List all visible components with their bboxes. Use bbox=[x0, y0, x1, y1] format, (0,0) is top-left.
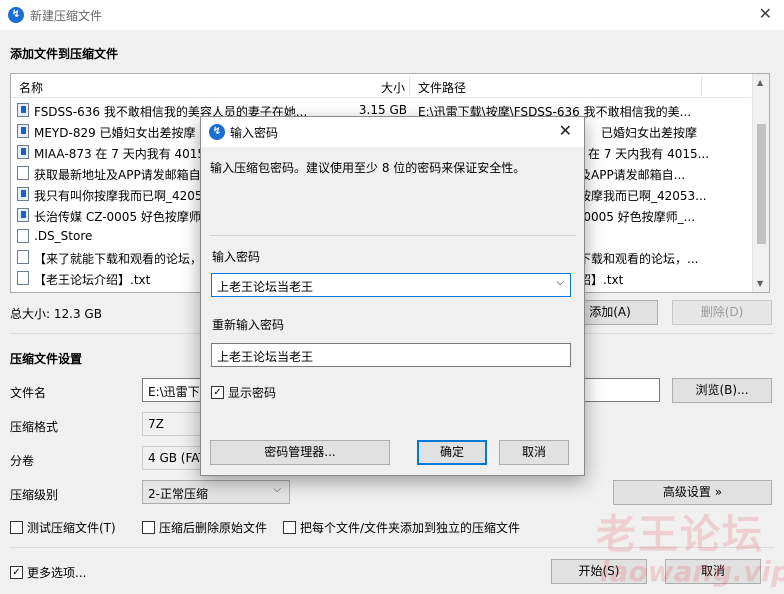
dialog-title: 输入密码 bbox=[230, 126, 279, 140]
checkbox-box[interactable] bbox=[10, 521, 23, 534]
settings-section-title: 压缩文件设置 bbox=[10, 352, 83, 366]
file-name: 获取最新地址及APP请发邮箱自 bbox=[34, 168, 201, 182]
checkbox-label: 压缩后删除原始文件 bbox=[159, 521, 268, 535]
checkbox-label: 显示密码 bbox=[228, 386, 277, 400]
level-select[interactable]: 2-正常压缩 ⌵ bbox=[142, 480, 290, 504]
filename-label: 文件名 bbox=[10, 386, 47, 400]
app-logo-icon: ↯ bbox=[8, 7, 24, 23]
checkbox-box-checked[interactable]: ✓ bbox=[211, 386, 224, 399]
text-file-icon bbox=[17, 271, 29, 285]
scroll-up-icon[interactable]: ▲ bbox=[757, 78, 763, 87]
test-archive-checkbox[interactable]: 测试压缩文件(T) bbox=[10, 519, 116, 536]
file-list-header: 名称 大小 文件路径 bbox=[11, 74, 751, 98]
file-name: .DS_Store bbox=[34, 229, 93, 243]
file-path: 绍】.txt bbox=[579, 273, 624, 287]
chevron-down-icon[interactable]: ⌵ bbox=[556, 277, 564, 288]
watermark-url-text: laowang.vip bbox=[600, 555, 784, 588]
repeat-password-label: 重新输入密码 bbox=[212, 318, 285, 332]
scroll-down-icon[interactable]: ▼ bbox=[757, 279, 763, 288]
repeat-password-input[interactable]: 上老王论坛当老王 bbox=[211, 343, 571, 367]
file-list-scrollbar[interactable]: ▲ ▼ bbox=[752, 74, 769, 292]
archive-file-icon bbox=[17, 124, 29, 138]
file-path: 下载和观看的论坛，... bbox=[579, 252, 699, 266]
file-size: 3.15 GB bbox=[358, 103, 407, 117]
level-label: 压缩级别 bbox=[10, 488, 59, 502]
dialog-close-icon[interactable]: ✕ bbox=[559, 121, 572, 140]
file-name: MEYD-829 已婚妇女出差按摩 bbox=[34, 126, 196, 140]
file-path: 已婚妇女出差按摩 bbox=[601, 126, 698, 140]
checkbox-label: 把每个文件/文件夹添加到独立的压缩文件 bbox=[300, 521, 521, 535]
password-manager-button[interactable]: 密码管理器... bbox=[210, 440, 390, 465]
add-section-title: 添加文件到压缩文件 bbox=[10, 47, 119, 61]
file-path: -0005 好色按摩师_... bbox=[579, 210, 696, 224]
delete-after-checkbox[interactable]: 压缩后删除原始文件 bbox=[142, 519, 267, 536]
archive-file-icon bbox=[17, 145, 29, 159]
archive-file-icon bbox=[17, 187, 29, 201]
checkbox-box[interactable] bbox=[283, 521, 296, 534]
app-logo-icon: ↯ bbox=[209, 124, 225, 140]
divider bbox=[210, 235, 576, 236]
text-file-icon bbox=[17, 166, 29, 180]
window-title: 新建压缩文件 bbox=[30, 9, 103, 23]
level-select-value: 2-正常压缩 bbox=[148, 487, 208, 501]
checkbox-label: 测试压缩文件(T) bbox=[27, 521, 116, 535]
file-path: 按摩我而已啊_42053... bbox=[579, 189, 707, 203]
more-options-checkbox[interactable]: ✓ 更多选项... bbox=[10, 564, 86, 581]
password-input[interactable]: 上老王论坛当老王 ⌵ bbox=[211, 273, 571, 297]
watermark-logo-text: 老王论坛 bbox=[596, 512, 764, 558]
separate-archives-checkbox[interactable]: 把每个文件/文件夹添加到独立的压缩文件 bbox=[283, 519, 520, 536]
dialog-description: 输入压缩包密码。建议使用至少 8 位的密码来保证安全性。 bbox=[210, 161, 526, 175]
archive-file-icon bbox=[17, 103, 29, 117]
file-name: 【来了就能下载和观看的论坛， bbox=[34, 252, 203, 266]
browse-button[interactable]: 浏览(B)... bbox=[672, 378, 772, 403]
column-header-size[interactable]: 大小 bbox=[381, 79, 405, 96]
text-file-icon bbox=[17, 250, 29, 264]
blank-file-icon bbox=[17, 229, 29, 243]
show-password-checkbox[interactable]: ✓ 显示密码 bbox=[211, 384, 276, 401]
file-name: 我只有叫你按摩我而已啊_42050 bbox=[34, 189, 211, 203]
file-name: 【老王论坛介绍】.txt bbox=[34, 273, 151, 287]
checkbox-label: 更多选项... bbox=[27, 566, 87, 580]
password-value: 上老王论坛当老王 bbox=[217, 280, 314, 294]
dialog-cancel-button[interactable]: 取消 bbox=[499, 440, 569, 465]
file-path: 在 7 天内我有 4015... bbox=[588, 147, 710, 161]
format-label: 压缩格式 bbox=[10, 420, 59, 434]
column-header-path[interactable]: 文件路径 bbox=[418, 79, 466, 96]
scrollbar-thumb[interactable] bbox=[757, 124, 766, 244]
window-titlebar: ↯ 新建压缩文件 ✕ bbox=[0, 0, 784, 30]
dialog-titlebar: ↯ 输入密码 ✕ bbox=[201, 117, 584, 147]
file-path: 及APP请发邮箱自... bbox=[579, 168, 686, 182]
split-label: 分卷 bbox=[10, 454, 35, 468]
window-close-icon[interactable]: ✕ bbox=[759, 4, 772, 23]
checkbox-box[interactable] bbox=[142, 521, 155, 534]
archive-file-icon bbox=[17, 208, 29, 222]
file-name: 长治传媒 CZ-0005 好色按摩师 bbox=[34, 210, 201, 224]
file-name: MIAA-873 在 7 天内我有 4015 bbox=[34, 147, 206, 161]
password-dialog: ↯ 输入密码 ✕ 输入压缩包密码。建议使用至少 8 位的密码来保证安全性。 输入… bbox=[200, 116, 585, 476]
total-size-text: 总大小: 12.3 GB bbox=[10, 307, 102, 321]
password-label: 输入密码 bbox=[212, 250, 261, 264]
dialog-ok-button[interactable]: 确定 bbox=[417, 440, 487, 465]
delete-button[interactable]: 删除(D) bbox=[672, 300, 772, 325]
chevron-down-icon: ⌵ bbox=[273, 484, 281, 495]
checkbox-box-checked[interactable]: ✓ bbox=[10, 566, 23, 579]
column-header-name[interactable]: 名称 bbox=[19, 79, 43, 96]
